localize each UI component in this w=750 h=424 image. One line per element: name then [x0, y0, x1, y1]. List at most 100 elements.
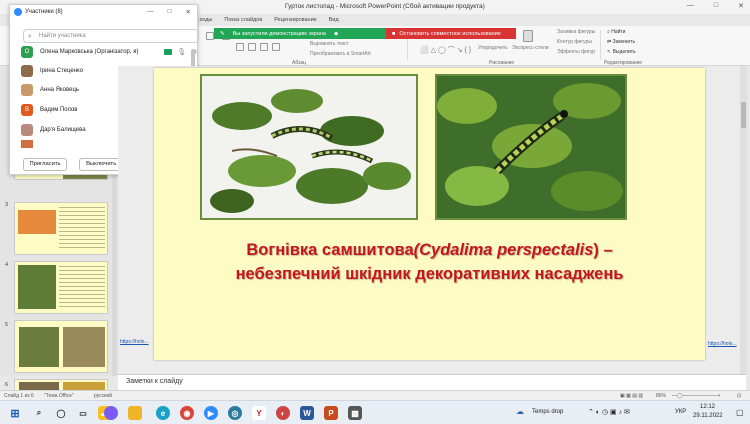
app-icon[interactable]: ◎ [228, 406, 242, 420]
zoom-level[interactable]: 86% [656, 393, 666, 399]
weather-icon: ☁ [516, 407, 524, 416]
word-icon[interactable]: W [300, 406, 314, 420]
notes-placeholder: Заметки к слайду [126, 378, 183, 385]
clock-date[interactable]: 29.11.2022 [693, 413, 723, 419]
tab-review[interactable]: Рецензирование [274, 17, 316, 23]
copilot-icon[interactable] [104, 406, 118, 420]
stop-sharing-button[interactable]: ■ Остановить совместное использование [386, 28, 516, 39]
media-icon[interactable]: ▩ [348, 406, 362, 420]
panel-window-controls: — □ ✕ [147, 8, 191, 16]
stop-icon: ■ [392, 30, 396, 37]
shape-effects-button[interactable]: Эффекты фигур [557, 49, 595, 55]
avatar [21, 84, 33, 96]
thumb-number: 5 [5, 322, 9, 328]
panel-minimize-button[interactable]: — [147, 8, 154, 16]
task-view-icon[interactable]: ▭ [76, 406, 90, 420]
minimize-button[interactable]: — [687, 2, 694, 10]
panel-close-button[interactable]: ✕ [186, 8, 191, 16]
participants-title: Участники (8) [25, 9, 63, 15]
zoom-icon[interactable]: ▶ [204, 406, 218, 420]
participant-row[interactable]: О Олена Марковська (Організатор, я) 🎙 ⊘ [21, 43, 197, 61]
numbering-icon[interactable] [206, 32, 214, 40]
shape-fill-button[interactable]: Заливка фигуры [557, 29, 595, 35]
shape-outline-button[interactable]: Контур фигуры [557, 39, 592, 45]
fit-slide-icon[interactable]: ⊡ [737, 393, 741, 399]
clock-time[interactable]: 12:12 [700, 404, 715, 410]
align-right-icon[interactable] [260, 43, 268, 51]
caterpillar-photo-right[interactable] [435, 74, 627, 220]
mic-on-icon: 🎙 [177, 49, 187, 56]
avatar [21, 140, 33, 148]
slide-thumb-4[interactable] [14, 261, 108, 314]
avatar: В [21, 104, 33, 116]
source-link-right[interactable]: https://holo... [708, 341, 737, 347]
slide-canvas[interactable]: Вогнівка самшитова(Cydalima perspectalis… [154, 68, 705, 360]
cortana-icon[interactable]: ◯ [54, 406, 68, 420]
invite-button[interactable]: Пригласить [23, 158, 67, 171]
browser-icon[interactable]: ◐ [276, 406, 290, 420]
notification-icon[interactable]: ▢ [736, 408, 744, 417]
tray-icons[interactable]: ⌃ ◐ ◷ ▣ ♪ ✉ [588, 408, 630, 416]
slide-title-line2: небезпечний шкідник декоративних насадже… [235, 265, 624, 283]
participant-search-input[interactable]: ⌕ Найти участника [23, 29, 199, 43]
styles-icon[interactable] [523, 30, 533, 42]
sharing-status: ✎ Вы запустили демонстрацию экрана ◆ [214, 28, 386, 39]
justify-icon[interactable] [272, 43, 280, 51]
tab-view[interactable]: Вид [329, 17, 339, 23]
tab-slideshow[interactable]: Показ слайдов [224, 17, 262, 23]
panel-maximize-button[interactable]: □ [168, 8, 172, 16]
select-button[interactable]: ↖ Выделить [607, 49, 636, 55]
arrange-button[interactable]: Упорядочить [478, 45, 508, 51]
scroll-thumb[interactable] [741, 102, 746, 128]
title-latin: (Cydalima perspectalis [413, 241, 594, 259]
text-block [59, 266, 105, 308]
align-text-button[interactable]: Выровнять текст [310, 41, 349, 47]
align-center-icon[interactable] [248, 43, 256, 51]
windows-start-icon[interactable]: ⊞ [8, 406, 22, 420]
share-screen-icon: ✎ [220, 30, 225, 37]
text-block [59, 207, 105, 249]
search-placeholder: Найти участника [39, 33, 86, 39]
window-title: Гурток листопад - Microsoft PowerPoint (… [285, 3, 485, 10]
title-main: Вогнівка самшитова [246, 241, 414, 259]
notes-pane[interactable]: Заметки к слайду [118, 374, 746, 390]
replace-button[interactable]: ⇄ Заменить [607, 39, 635, 45]
edge-icon[interactable]: e [156, 406, 170, 420]
sharing-text: Вы запустили демонстрацию экрана [232, 30, 326, 37]
stop-sharing-label: Остановить совместное использование [399, 30, 501, 37]
find-button[interactable]: ⌕ Найти [607, 29, 625, 35]
caterpillar-image [202, 76, 416, 218]
caterpillar-photo-left[interactable] [200, 74, 418, 220]
slide-thumb-3[interactable] [14, 202, 108, 255]
folder-icon[interactable] [128, 406, 142, 420]
source-link-left[interactable]: https://holo... [120, 339, 149, 345]
quick-styles-button[interactable]: Экспресс-стили [512, 45, 549, 51]
smartart-button[interactable]: Преобразовать в SmartArt [310, 51, 371, 57]
yandex-icon[interactable]: Y [252, 406, 266, 420]
close-button[interactable]: ✕ [738, 2, 744, 10]
slide-title[interactable]: Вогнівка самшитова(Cydalima perspectalis… [154, 238, 705, 286]
slide-title-line1: Вогнівка самшитова(Cydalima perspectalis… [154, 238, 705, 262]
powerpoint-icon[interactable]: P [324, 406, 338, 420]
video-on-icon [164, 49, 173, 55]
editor-scrollbar[interactable] [740, 66, 747, 374]
thumb-number: 4 [5, 262, 9, 268]
weather-text[interactable]: Temps drop [532, 409, 563, 415]
zoom-slider[interactable]: —◯———————+ [672, 393, 721, 399]
status-bar: Слайд 1 из 6 "Тема Office" русский ▣ ▦ ▤… [0, 390, 750, 400]
chrome-icon[interactable]: ◉ [180, 406, 194, 420]
align-left-icon[interactable] [236, 43, 244, 51]
language[interactable]: русский [94, 393, 112, 399]
zoom-logo-icon [14, 8, 22, 16]
input-language[interactable]: УКР [675, 409, 686, 415]
title-end: ) – [593, 241, 613, 259]
theme-name: "Тема Office" [44, 393, 74, 399]
search-icon[interactable]: ⌕ [32, 406, 46, 420]
maximize-button[interactable]: □ [714, 2, 718, 10]
slide-thumb-5[interactable] [14, 320, 108, 373]
replace-label: Заменить [612, 39, 636, 45]
window-controls: — □ ✕ [687, 2, 744, 10]
thumb-number: 6 [5, 382, 9, 388]
shapes-gallery-icon[interactable]: ⬜ △ ◯ ⌒ ↘ { } [420, 45, 471, 55]
view-buttons-icon[interactable]: ▣ ▦ ▤ ▥ [620, 393, 643, 399]
